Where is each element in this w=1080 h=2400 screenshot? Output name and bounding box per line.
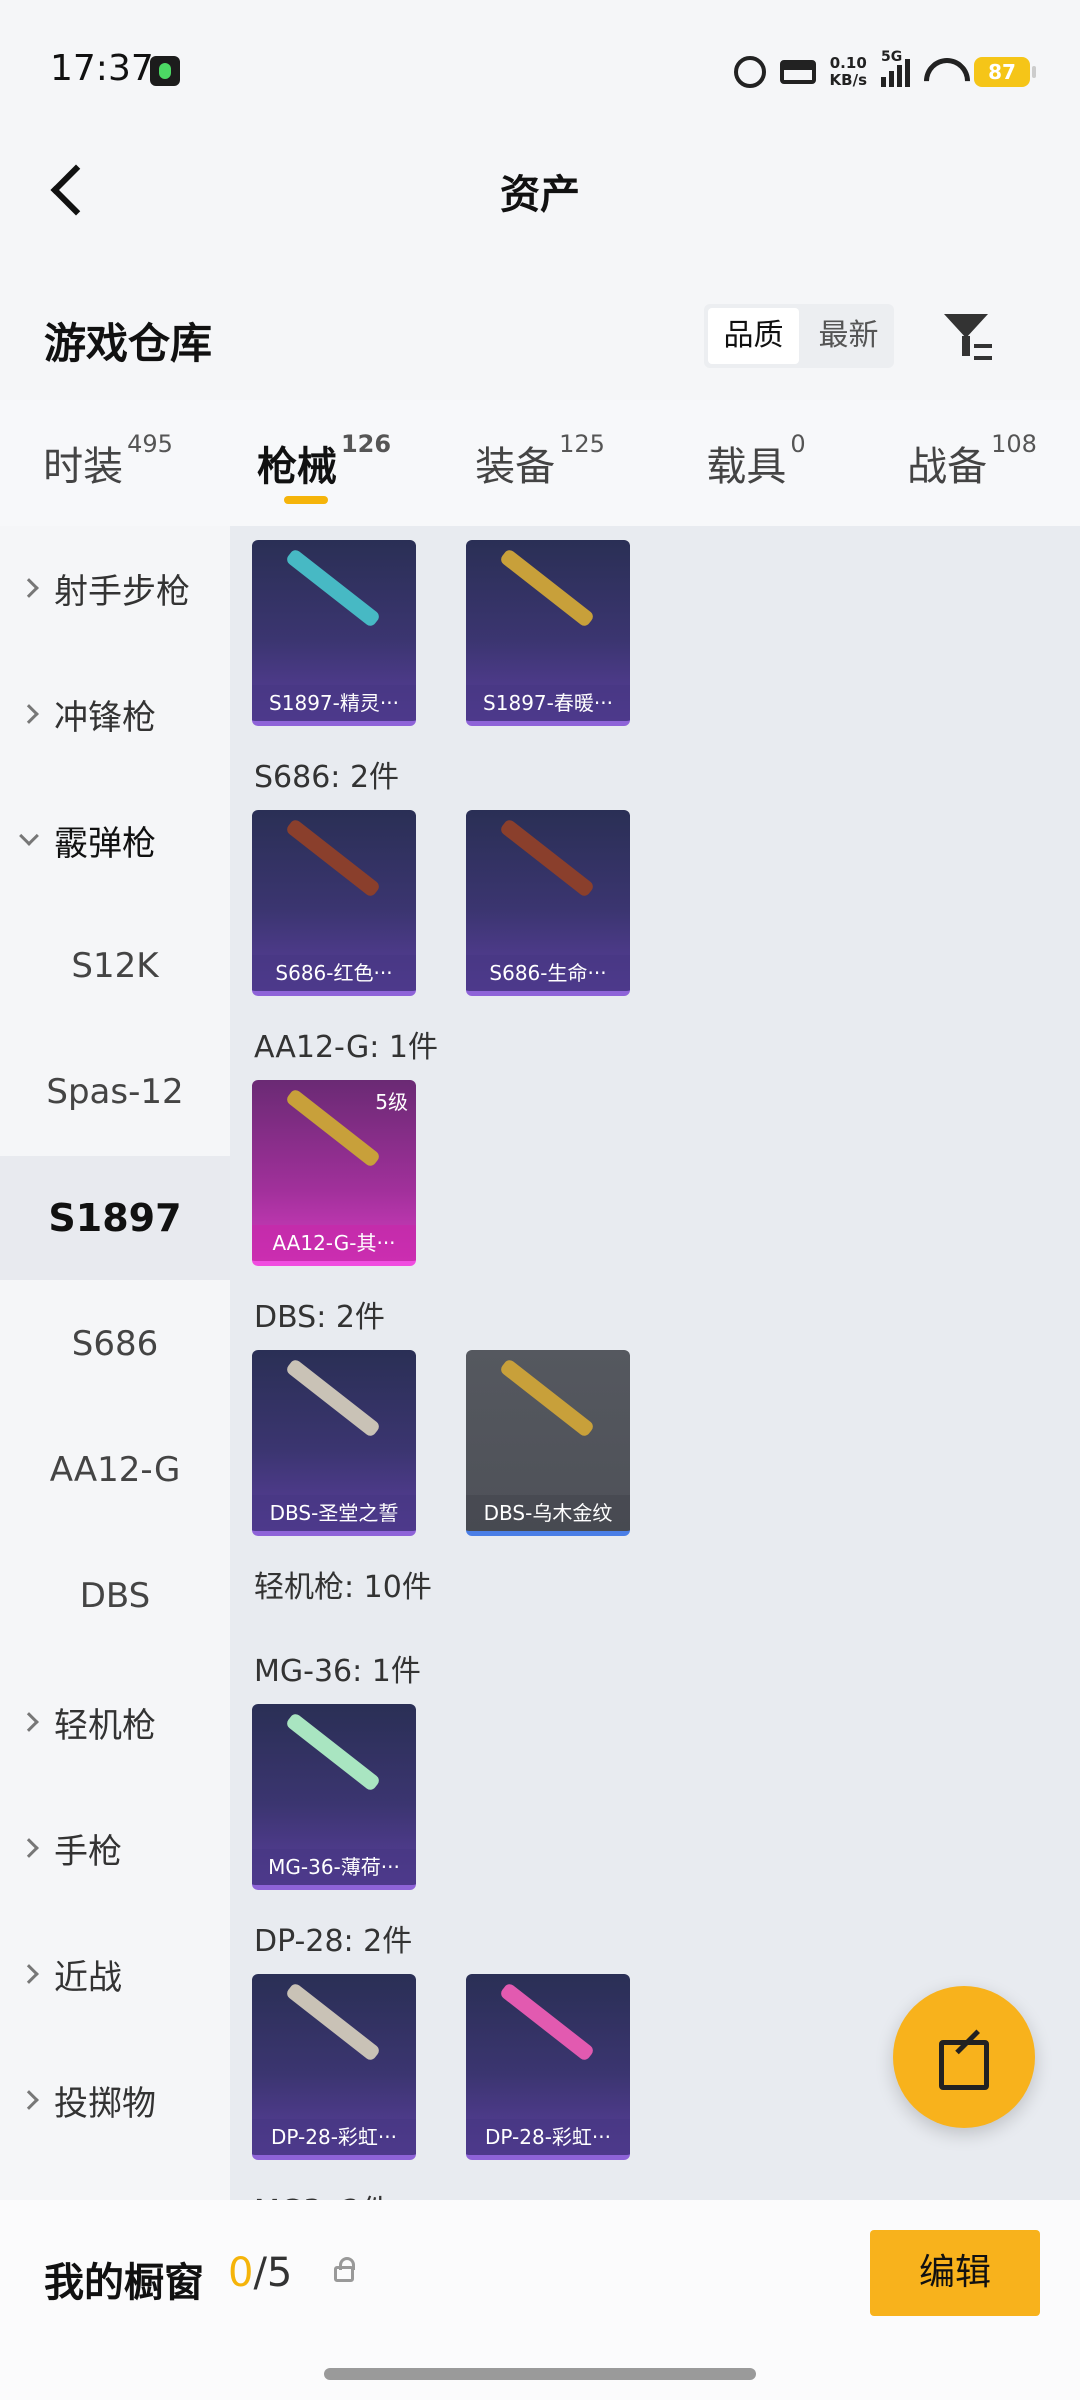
sort-by-quality[interactable]: 品质 bbox=[708, 308, 799, 364]
tab-fashion[interactable]: 时装 495 bbox=[0, 400, 216, 526]
item-grade: 5级 bbox=[375, 1090, 408, 1114]
item-card[interactable]: S1897-精灵··· bbox=[252, 540, 416, 726]
machine-gun-icon bbox=[498, 1981, 596, 2063]
status-time: 17:37 bbox=[50, 48, 154, 89]
sidebar-item-spas12[interactable]: Spas-12 bbox=[0, 1030, 230, 1154]
shotgun-icon bbox=[284, 547, 382, 629]
group-label: 轻机枪: 10件 bbox=[254, 1570, 432, 1605]
item-card[interactable]: MG-36-薄荷··· bbox=[252, 1704, 416, 1890]
item-caption: S1897-春暖··· bbox=[466, 685, 630, 721]
tab-supplies[interactable]: 战备 108 bbox=[864, 400, 1080, 526]
showcase-count: 0/5 bbox=[228, 2250, 293, 2296]
cell-signal-icon: 5G bbox=[881, 49, 910, 87]
machine-gun-icon bbox=[284, 1711, 382, 1793]
shotgun-icon bbox=[498, 817, 596, 899]
shotgun-icon bbox=[284, 1087, 382, 1169]
item-caption: DBS-圣堂之誓 bbox=[252, 1495, 416, 1531]
sidebar-item-s686[interactable]: S686 bbox=[0, 1282, 230, 1406]
shotgun-icon bbox=[498, 547, 596, 629]
share-button[interactable] bbox=[893, 1986, 1035, 2128]
item-caption: S686-红色··· bbox=[252, 955, 416, 991]
battery-icon: 87 bbox=[974, 57, 1036, 87]
item-grid: S1897-精灵··· S1897-春暖··· S686: 2件 S686-红色… bbox=[230, 526, 1080, 2200]
group-label: MG3: 2件 bbox=[254, 2186, 391, 2200]
sidebar-item-dbs[interactable]: DBS bbox=[0, 1534, 230, 1658]
item-caption: DP-28-彩虹··· bbox=[252, 2119, 416, 2155]
sidebar-item-aa12g[interactable]: AA12-G bbox=[0, 1408, 230, 1532]
item-caption: AA12-G-其··· bbox=[252, 1225, 416, 1261]
chevron-right-icon bbox=[19, 1964, 39, 1984]
chevron-right-icon bbox=[19, 578, 39, 598]
wifi-icon bbox=[924, 58, 960, 86]
sidebar-item-lmg[interactable]: 轻机枪 bbox=[0, 1660, 230, 1784]
machine-gun-icon bbox=[284, 1981, 382, 2063]
network-speed: 0.10 KB/s bbox=[829, 54, 867, 89]
home-indicator[interactable] bbox=[324, 2368, 756, 2380]
tab-equipment[interactable]: 装备 125 bbox=[432, 400, 648, 526]
sidebar-item-melee[interactable]: 近战 bbox=[0, 1912, 230, 2036]
shotgun-icon bbox=[498, 1357, 596, 1439]
group-label: S686: 2件 bbox=[254, 760, 400, 795]
sort-by-newest[interactable]: 最新 bbox=[803, 304, 894, 368]
sidebar-item-s1897[interactable]: S1897 bbox=[0, 1156, 230, 1280]
item-caption: DP-28-彩虹··· bbox=[466, 2119, 630, 2155]
group-label: AA12-G: 1件 bbox=[254, 1030, 438, 1065]
item-caption: S686-生命··· bbox=[466, 955, 630, 991]
page-title: 资产 bbox=[500, 172, 580, 218]
tab-vehicles[interactable]: 载具 0 bbox=[648, 400, 864, 526]
item-card[interactable]: DBS-乌木金纹 bbox=[466, 1350, 630, 1536]
category-tabs: 时装 495 枪械 126 装备 125 载具 0 战备 108 bbox=[0, 400, 1080, 526]
sidebar-item-s12k[interactable]: S12K bbox=[0, 904, 230, 1028]
sort-toggle: 品质 最新 bbox=[704, 304, 894, 368]
share-icon bbox=[939, 2032, 989, 2090]
showcase-label: 我的橱窗 bbox=[44, 2260, 204, 2306]
active-tab-indicator bbox=[284, 496, 328, 504]
shotgun-icon bbox=[284, 817, 382, 899]
sidebar-item-smg[interactable]: 冲锋枪 bbox=[0, 652, 230, 776]
item-caption: MG-36-薄荷··· bbox=[252, 1849, 416, 1885]
showcase-bar: 我的橱窗 0/5 编辑 bbox=[0, 2200, 1080, 2400]
chevron-right-icon bbox=[19, 1712, 39, 1732]
warehouse-title: 游戏仓库 bbox=[44, 319, 213, 368]
lock-icon bbox=[334, 2257, 355, 2282]
item-card[interactable]: DP-28-彩虹··· bbox=[252, 1974, 416, 2160]
item-card[interactable]: S1897-春暖··· bbox=[466, 540, 630, 726]
item-card[interactable]: DP-28-彩虹··· bbox=[466, 1974, 630, 2160]
status-icons: 0.10 KB/s 5G 87 bbox=[733, 49, 1036, 92]
weapon-category-sidebar: 射手步枪 冲锋枪 霰弹枪 S12K Spas-12 S1897 S686 AA1… bbox=[0, 526, 230, 2200]
sidebar-item-pistol[interactable]: 手枪 bbox=[0, 1786, 230, 1910]
item-card[interactable]: 5级 AA12-G-其··· bbox=[252, 1080, 416, 1266]
sidebar-item-marksman-rifle[interactable]: 射手步枪 bbox=[0, 526, 230, 650]
filter-icon[interactable] bbox=[940, 310, 996, 366]
item-card[interactable]: DBS-圣堂之誓 bbox=[252, 1350, 416, 1536]
warehouse-header: 游戏仓库 品质 最新 bbox=[0, 280, 1080, 400]
group-label: DP-28: 2件 bbox=[254, 1924, 413, 1959]
chevron-right-icon bbox=[19, 1838, 39, 1858]
group-label: DBS: 2件 bbox=[254, 1300, 385, 1335]
sidebar-item-shotgun[interactable]: 霰弹枪 bbox=[0, 778, 230, 902]
status-bar: 17:37 0.10 KB/s 5G 87 bbox=[0, 0, 1080, 140]
group-label: MG-36: 1件 bbox=[254, 1654, 421, 1689]
chevron-right-icon bbox=[19, 2090, 39, 2110]
item-caption: S1897-精灵··· bbox=[252, 685, 416, 721]
edit-button[interactable]: 编辑 bbox=[870, 2230, 1040, 2316]
tab-firearms[interactable]: 枪械 126 bbox=[216, 400, 432, 526]
item-card[interactable]: S686-生命··· bbox=[466, 810, 630, 996]
chevron-down-icon bbox=[19, 826, 39, 846]
alarm-icon bbox=[733, 56, 766, 88]
item-card[interactable]: S686-红色··· bbox=[252, 810, 416, 996]
nav-bar: 资产 bbox=[0, 140, 1080, 240]
item-caption: DBS-乌木金纹 bbox=[466, 1495, 630, 1531]
app-notification-icon bbox=[150, 56, 180, 86]
sleep-mode-icon bbox=[779, 60, 816, 84]
shotgun-icon bbox=[284, 1357, 382, 1439]
sidebar-item-throwable[interactable]: 投掷物 bbox=[0, 2038, 230, 2162]
chevron-right-icon bbox=[19, 704, 39, 724]
